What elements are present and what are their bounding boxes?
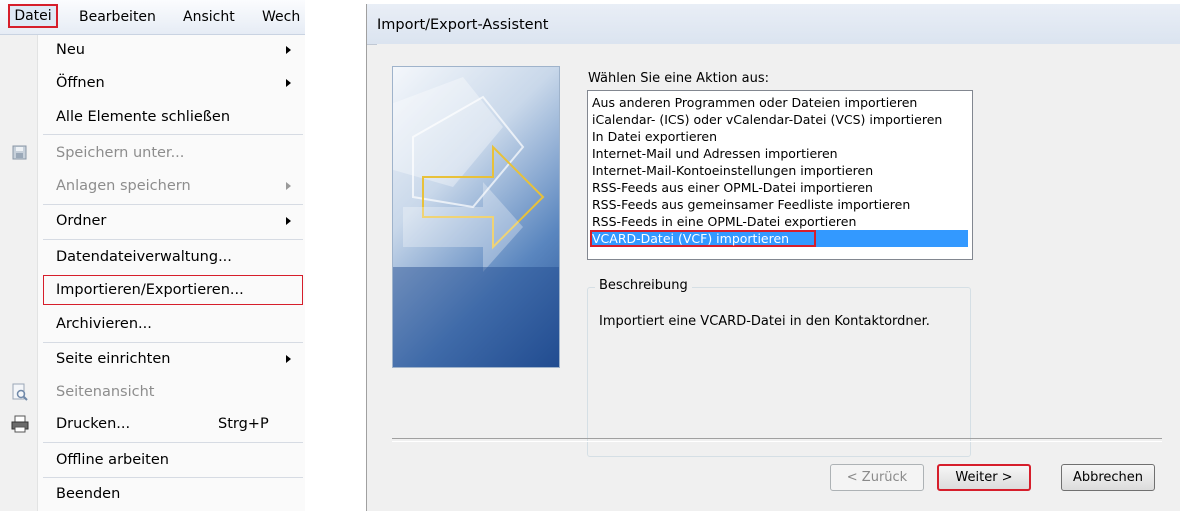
- menu-bar: Datei Bearbeiten Ansicht Wech: [0, 0, 305, 35]
- submenu-arrow-icon: [286, 79, 291, 87]
- cancel-button[interactable]: Abbrechen: [1061, 464, 1155, 491]
- wizard-arrow-icon: [393, 77, 559, 367]
- list-item[interactable]: RSS-Feeds in eine OPML-Datei exportieren: [590, 213, 968, 230]
- menu-item-data-file-management[interactable]: Datendateiverwaltung...: [0, 242, 305, 272]
- menu-datei[interactable]: Datei: [8, 4, 58, 28]
- menu-separator: [43, 477, 303, 478]
- menu-item-open[interactable]: Öffnen: [0, 68, 305, 98]
- action-listbox[interactable]: Aus anderen Programmen oder Dateien impo…: [587, 90, 973, 260]
- save-as-icon: [12, 145, 27, 160]
- menu-separator: [43, 204, 303, 205]
- menu-item-label: Öffnen: [56, 75, 105, 91]
- menu-separator: [43, 342, 303, 343]
- submenu-arrow-icon: [286, 217, 291, 225]
- menu-item-import-export[interactable]: Importieren/Exportieren...: [43, 275, 303, 305]
- menu-item-save-attachments[interactable]: Anlagen speichern: [0, 171, 305, 201]
- menu-item-label: Beenden: [56, 486, 121, 502]
- description-groupbox: [587, 287, 971, 457]
- list-item[interactable]: In Datei exportieren: [590, 128, 968, 145]
- dialog-body: Wählen Sie eine Aktion aus: Aus anderen …: [377, 44, 1180, 511]
- menu-item-label: Anlagen speichern: [56, 178, 191, 194]
- menu-item-label: Alle Elemente schließen: [56, 109, 231, 125]
- menu-item-print-preview[interactable]: Seitenansicht: [0, 377, 305, 407]
- list-item[interactable]: iCalendar- (ICS) oder vCalendar-Datei (V…: [590, 111, 968, 128]
- back-button[interactable]: < Zurück: [830, 464, 924, 491]
- list-item[interactable]: Internet-Mail und Adressen importieren: [590, 145, 968, 162]
- list-item-label: VCARD-Datei (VCF) importieren: [592, 231, 790, 246]
- menu-item-save-as[interactable]: Speichern unter...: [0, 138, 305, 168]
- menu-wechseln[interactable]: Wech: [262, 9, 300, 25]
- list-item[interactable]: Aus anderen Programmen oder Dateien impo…: [590, 94, 968, 111]
- menu-item-label: Archivieren...: [56, 316, 152, 332]
- menu-item-label: Datendateiverwaltung...: [56, 249, 232, 265]
- import-export-wizard: Import/Export-Assistent Wählen Sie eine …: [366, 4, 1180, 511]
- menu-item-work-offline[interactable]: Offline arbeiten: [0, 445, 305, 475]
- dialog-title: Import/Export-Assistent: [377, 17, 549, 33]
- menu-item-close-all[interactable]: Alle Elemente schließen: [0, 102, 305, 132]
- list-item[interactable]: RSS-Feeds aus einer OPML-Datei importier…: [590, 179, 968, 196]
- menu-separator: [43, 442, 303, 443]
- menu-ansicht[interactable]: Ansicht: [183, 9, 235, 25]
- menu-item-label: Speichern unter...: [56, 145, 185, 161]
- menu-item-label: Seitenansicht: [56, 384, 155, 400]
- menu-item-label: Ordner: [56, 213, 107, 229]
- submenu-arrow-icon: [286, 182, 291, 190]
- menu-item-label: Importieren/Exportieren...: [56, 282, 244, 298]
- print-preview-icon: [12, 383, 28, 401]
- dialog-divider: [392, 438, 1162, 442]
- menu-item-exit[interactable]: Beenden: [0, 479, 305, 509]
- next-button[interactable]: Weiter >: [937, 464, 1031, 491]
- menu-item-shortcut: Strg+P: [218, 416, 269, 432]
- description-text: Importiert eine VCARD-Datei in den Konta…: [599, 314, 930, 329]
- menu-item-folder[interactable]: Ordner: [0, 206, 305, 236]
- menu-item-label: Drucken...: [56, 416, 131, 432]
- menu-separator: [43, 239, 303, 240]
- menu-item-label: Neu: [56, 42, 85, 58]
- menu-item-label: Offline arbeiten: [56, 452, 169, 468]
- menu-item-archive[interactable]: Archivieren...: [0, 309, 305, 339]
- submenu-arrow-icon: [286, 355, 291, 363]
- wizard-banner-graphic: [392, 66, 560, 368]
- submenu-arrow-icon: [286, 46, 291, 54]
- description-label: Beschreibung: [595, 278, 692, 293]
- list-item[interactable]: Internet-Mail-Kontoeinstellungen importi…: [590, 162, 968, 179]
- menu-item-new[interactable]: Neu: [0, 35, 305, 65]
- menu-item-label: Seite einrichten: [56, 351, 171, 367]
- menu-item-print[interactable]: Drucken... Strg+P: [0, 409, 305, 439]
- list-item[interactable]: RSS-Feeds aus gemeinsamer Feedliste impo…: [590, 196, 968, 213]
- action-prompt-label: Wählen Sie eine Aktion aus:: [588, 71, 769, 86]
- dialog-titlebar: Import/Export-Assistent: [367, 4, 1180, 45]
- printer-icon: [11, 415, 29, 433]
- menu-bearbeiten[interactable]: Bearbeiten: [79, 9, 156, 25]
- menu-separator: [43, 134, 303, 135]
- list-item-selected[interactable]: VCARD-Datei (VCF) importieren: [590, 230, 968, 247]
- menu-item-page-setup[interactable]: Seite einrichten: [0, 344, 305, 374]
- file-menu: Neu Öffnen Alle Elemente schließen Speic…: [0, 35, 305, 511]
